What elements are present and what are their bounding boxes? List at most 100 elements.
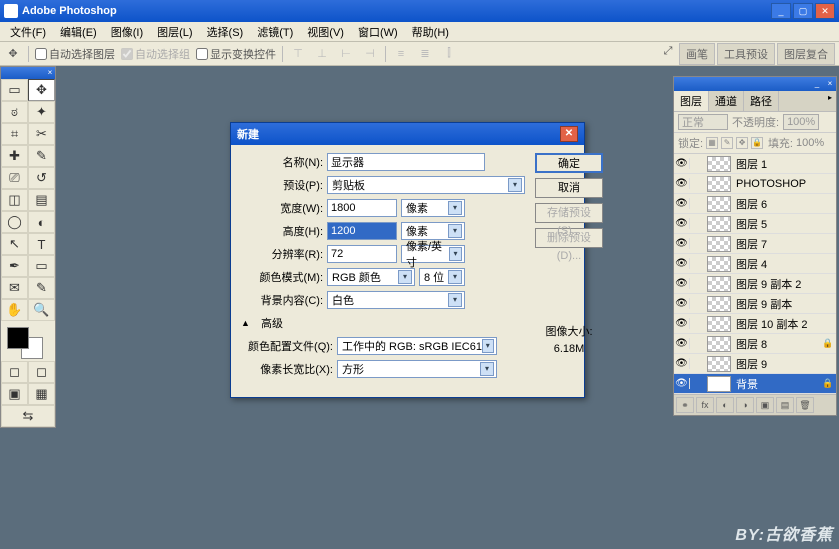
stamp-tool[interactable]: ⎚ (1, 167, 28, 189)
profile-select[interactable]: 工作中的 RGB: sRGB IEC6196...▾ (337, 337, 497, 355)
adjustment-layer-icon[interactable]: ◑ (736, 397, 754, 413)
layer-name[interactable]: 图层 5 (734, 216, 822, 232)
layer-thumbnail[interactable] (707, 296, 731, 312)
palette-well-icon[interactable]: ⤢ (659, 43, 677, 61)
lock-brush-icon[interactable]: ✎ (721, 137, 733, 149)
resolution-input[interactable] (327, 245, 397, 263)
layer-name[interactable]: 图层 9 副本 2 (734, 276, 822, 292)
layer-name[interactable]: 图层 7 (734, 236, 822, 252)
brush-tool[interactable]: ✎ (28, 145, 55, 167)
lock-pixels-icon[interactable]: ▦ (706, 137, 718, 149)
blur-tool[interactable]: ◯ (1, 211, 28, 233)
layer-mask-icon[interactable]: ◐ (716, 397, 734, 413)
zoom-tool[interactable]: 🔍 (28, 299, 55, 321)
fg-color[interactable] (7, 327, 29, 349)
screen-mode-full[interactable]: ▦ (28, 383, 55, 405)
layer-row[interactable]: 👁图层 6 (674, 194, 836, 214)
width-input[interactable] (327, 199, 397, 217)
close-icon[interactable]: × (824, 79, 836, 89)
link-layers-icon[interactable]: ⚭ (676, 397, 694, 413)
layer-row[interactable]: 👁背景🔒 (674, 374, 836, 394)
type-tool[interactable]: T (28, 233, 55, 255)
crop-tool[interactable]: ⌗ (1, 123, 28, 145)
layer-name[interactable]: 图层 9 副本 (734, 296, 822, 312)
jump-to-ir[interactable]: ⇆ (1, 405, 55, 427)
preset-select[interactable]: 剪贴板▾ (327, 176, 525, 194)
pen-tool[interactable]: ✒ (1, 255, 28, 277)
layer-thumbnail[interactable] (707, 276, 731, 292)
layer-style-icon[interactable]: fx (696, 397, 714, 413)
tab-layers[interactable]: 图层 (674, 91, 709, 111)
dodge-tool[interactable]: ◐ (28, 211, 55, 233)
shape-tool[interactable]: ▭ (28, 255, 55, 277)
tab-paths[interactable]: 路径 (744, 91, 779, 111)
height-input[interactable] (327, 222, 397, 240)
menu-help[interactable]: 帮助(H) (406, 22, 455, 42)
hand-tool[interactable]: ✋ (1, 299, 28, 321)
screen-mode[interactable]: ▣ (1, 383, 28, 405)
heal-tool[interactable]: ✚ (1, 145, 28, 167)
layer-row[interactable]: 👁图层 8🔒 (674, 334, 836, 354)
menu-layer[interactable]: 图层(L) (151, 22, 198, 42)
name-input[interactable] (327, 153, 485, 171)
quickmask-on[interactable]: ◻ (28, 361, 55, 383)
show-transform-checkbox[interactable]: 显示变换控件 (196, 46, 276, 62)
lock-move-icon[interactable]: ✥ (736, 137, 748, 149)
layer-thumbnail[interactable] (707, 256, 731, 272)
new-group-icon[interactable]: ▣ (756, 397, 774, 413)
eyedropper-tool[interactable]: ✎ (28, 277, 55, 299)
tab-channels[interactable]: 通道 (709, 91, 744, 111)
menu-view[interactable]: 视图(V) (301, 22, 350, 42)
visibility-icon[interactable]: 👁 (674, 298, 690, 309)
menu-filter[interactable]: 滤镜(T) (251, 22, 299, 42)
path-tool[interactable]: ↖ (1, 233, 28, 255)
menu-image[interactable]: 图像(I) (105, 22, 149, 42)
move-tool-icon[interactable]: ✥ (4, 45, 22, 63)
layer-thumbnail[interactable] (707, 156, 731, 172)
wand-tool[interactable]: ✦ (28, 101, 55, 123)
visibility-icon[interactable]: 👁 (674, 378, 690, 389)
layer-thumbnail[interactable] (707, 336, 731, 352)
visibility-icon[interactable]: 👁 (674, 158, 690, 169)
menu-window[interactable]: 窗口(W) (352, 22, 404, 42)
layer-row[interactable]: 👁图层 4 (674, 254, 836, 274)
layer-name[interactable]: 图层 10 副本 2 (734, 316, 822, 332)
layer-row[interactable]: 👁 图层 9 副本 2 (674, 274, 836, 294)
layer-name[interactable]: PHOTOSHOP (734, 178, 822, 190)
advanced-toggle[interactable]: ▲ 高级 (241, 315, 525, 331)
cancel-button[interactable]: 取消 (535, 178, 603, 198)
layer-thumbnail[interactable] (707, 236, 731, 252)
layer-name[interactable]: 图层 6 (734, 196, 822, 212)
layer-thumbnail[interactable] (707, 196, 731, 212)
layer-thumbnail[interactable] (707, 176, 731, 192)
palette-tab-tool-presets[interactable]: 工具预设 (717, 43, 775, 65)
lock-all-icon[interactable]: 🔒 (751, 137, 763, 149)
history-brush-tool[interactable]: ↺ (28, 167, 55, 189)
notes-tool[interactable]: ✉ (1, 277, 28, 299)
layer-row[interactable]: 👁 图层 7 (674, 234, 836, 254)
visibility-icon[interactable]: 👁 (674, 238, 690, 249)
slice-tool[interactable]: ✂ (28, 123, 55, 145)
layer-row[interactable]: 👁 图层 9 副本 (674, 294, 836, 314)
auto-select-layer-checkbox[interactable]: 自动选择图层 (35, 46, 115, 62)
new-layer-icon[interactable]: ▤ (776, 397, 794, 413)
ok-button[interactable]: 确定 (535, 153, 603, 173)
maximize-button[interactable]: ▢ (793, 3, 813, 19)
visibility-icon[interactable]: 👁 (674, 178, 690, 189)
visibility-icon[interactable]: 👁 (674, 278, 690, 289)
close-button[interactable]: ✕ (815, 3, 835, 19)
aspect-select[interactable]: 方形▾ (337, 360, 497, 378)
visibility-icon[interactable]: 👁 (674, 358, 690, 369)
palette-tab-brushes[interactable]: 画笔 (679, 43, 715, 65)
layer-row[interactable]: 👁图层 10 副本 2 (674, 314, 836, 334)
toolbox-panel[interactable]: × ▭ ✥ ಠ ✦ ⌗ ✂ ✚ ✎ ⎚ ↺ ◫ ▤ ◯ ◐ ↖ T ✒ ▭ ✉ … (0, 66, 56, 428)
layer-name[interactable]: 背景 (734, 376, 822, 392)
gradient-tool[interactable]: ▤ (28, 189, 55, 211)
dialog-close-button[interactable]: ✕ (560, 126, 578, 142)
depth-select[interactable]: 8 位▾ (419, 268, 465, 286)
panel-menu-icon[interactable]: ▸ (824, 91, 836, 111)
layer-name[interactable]: 图层 9 (734, 356, 822, 372)
layer-name[interactable]: 图层 4 (734, 256, 822, 272)
marquee-tool[interactable]: ▭ (1, 79, 28, 101)
eraser-tool[interactable]: ◫ (1, 189, 28, 211)
